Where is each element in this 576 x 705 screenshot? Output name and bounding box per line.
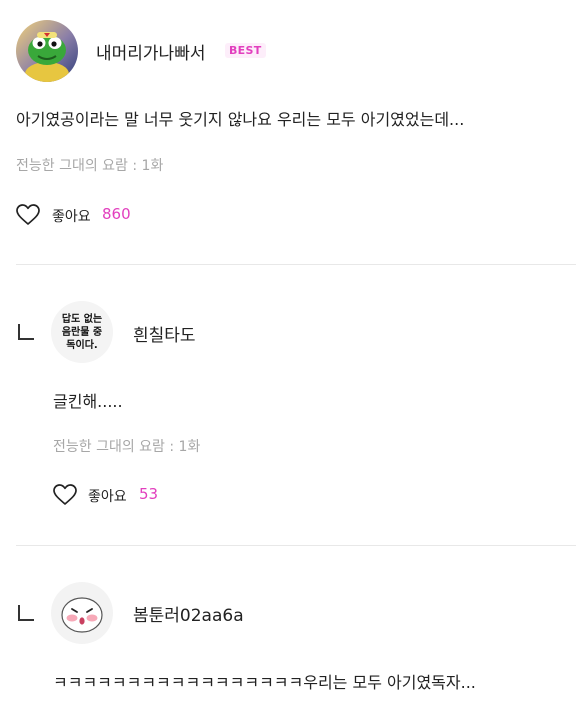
comment-username[interactable]: 흰칠타도 <box>133 321 196 346</box>
comment-text: 글킨해..... <box>53 392 123 411</box>
like-button[interactable]: 좋아요 860 <box>16 203 136 227</box>
user-avatar[interactable] <box>51 582 113 644</box>
comment-username[interactable]: 봄툰러02aa6a <box>133 601 244 626</box>
comment-divider <box>16 545 576 546</box>
comment-text: 아기였공이라는 말 너무 웃기지 않나요 우리는 모두 아기였었는데... <box>16 110 465 129</box>
reply-indicator-icon <box>18 605 34 621</box>
blushing-face-icon <box>61 597 103 633</box>
comment-text: ㅋㅋㅋㅋㅋㅋㅋㅋㅋㅋㅋㅋㅋㅋㅋㅋㅋ우리는 모두 아기였독자... <box>53 673 476 692</box>
like-button[interactable]: 좋아요 53 <box>53 483 173 507</box>
avatar-text: 답도 없는 음란물 중독이다. <box>61 313 103 351</box>
comment-username[interactable]: 내머리가나빠서 <box>96 39 205 64</box>
like-label: 좋아요 <box>88 489 127 505</box>
heart-icon <box>53 484 77 505</box>
user-avatar[interactable] <box>16 20 78 82</box>
comment-episode-link[interactable]: 전능한 그대의 요람 : 1화 <box>16 155 163 175</box>
reply-indicator-icon <box>18 324 34 340</box>
comment-episode-link[interactable]: 전능한 그대의 요람 : 1화 <box>53 436 200 456</box>
frog-character-icon <box>16 20 78 82</box>
heart-icon <box>16 204 40 225</box>
like-count: 53 <box>139 485 159 503</box>
like-label: 좋아요 <box>52 209 91 225</box>
like-count: 860 <box>102 205 131 223</box>
user-avatar[interactable]: 답도 없는 음란물 중독이다. <box>51 301 113 363</box>
comment-divider <box>16 264 576 265</box>
best-badge: BEST <box>225 43 266 58</box>
